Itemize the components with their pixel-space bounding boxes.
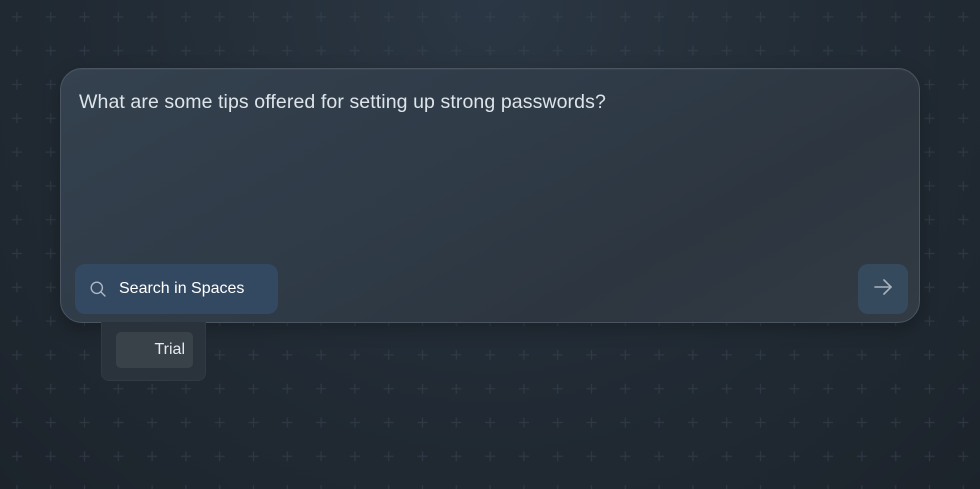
submit-button[interactable] (858, 264, 908, 314)
arrow-right-icon (872, 276, 894, 303)
spaces-dropdown: Trial (101, 322, 206, 381)
search-icon (89, 280, 107, 298)
search-in-spaces-label: Search in Spaces (119, 280, 245, 297)
search-in-spaces-button[interactable]: Search in Spaces (75, 264, 278, 314)
space-item-trial[interactable]: Trial (116, 332, 193, 368)
space-item-label: Trial (154, 341, 185, 358)
query-card: What are some tips offered for setting u… (60, 68, 920, 323)
query-input[interactable]: What are some tips offered for setting u… (79, 91, 899, 114)
